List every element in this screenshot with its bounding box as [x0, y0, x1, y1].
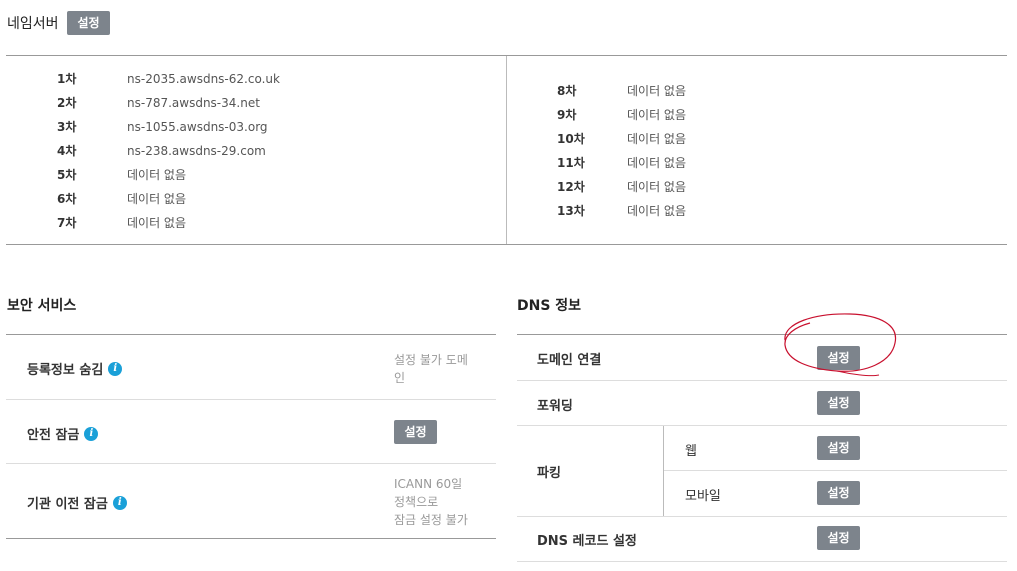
ns-order-label: 9차 [557, 108, 577, 122]
ns-order-label: 13차 [557, 204, 585, 218]
ns-order-label: 11차 [557, 156, 585, 170]
info-icon[interactable]: i [112, 495, 127, 510]
ns-value: ns-238.awsdns-29.com [127, 144, 266, 158]
ns-value: 데이터 없음 [627, 84, 687, 98]
whois-privacy-status-line: 설정 불가 도메 [394, 353, 468, 367]
security-section-title: 보안 서비스 [7, 298, 77, 314]
divider [517, 425, 1007, 426]
divider [517, 561, 1007, 562]
ns-order-label: 12차 [557, 180, 585, 194]
transfer-lock-status-line: ICANN 60일 [394, 477, 463, 491]
info-icon[interactable]: i [84, 426, 99, 441]
forwarding-set-button[interactable]: 설정 [817, 391, 860, 415]
domain-link-label: 도메인 연결 [537, 353, 602, 368]
ns-value: ns-1055.awsdns-03.org [127, 120, 268, 134]
ns-value: 데이터 없음 [127, 168, 187, 182]
ns-value: 데이터 없음 [127, 192, 187, 206]
parking-web-set-button[interactable]: 설정 [817, 436, 860, 460]
divider [664, 470, 1007, 471]
annotation-circle [784, 313, 897, 377]
ns-value: 데이터 없음 [627, 156, 687, 170]
ns-order-label: 3차 [57, 120, 77, 134]
divider [517, 380, 1007, 381]
whois-privacy-status-line: 인 [394, 371, 406, 385]
ns-value: 데이터 없음 [627, 180, 687, 194]
ns-value: 데이터 없음 [627, 132, 687, 146]
domain-link-set-button[interactable]: 설정 [817, 346, 860, 370]
dns-record-label: DNS 레코드 설정 [537, 534, 637, 549]
transfer-lock-status-line: 잠금 설정 불가 [394, 513, 468, 527]
nameserver-set-button[interactable]: 설정 [67, 11, 110, 35]
parking-label: 파킹 [537, 466, 561, 481]
divider [517, 516, 1007, 517]
ns-order-label: 1차 [57, 72, 77, 86]
nameserver-title: 네임서버 [7, 16, 59, 32]
parking-mobile-label: 모바일 [685, 489, 721, 504]
divider [6, 244, 1007, 245]
divider [517, 334, 1007, 335]
ns-order-label: 10차 [557, 132, 585, 146]
ns-order-label: 6차 [57, 192, 77, 206]
divider [6, 399, 496, 400]
ns-order-label: 5차 [57, 168, 77, 182]
dns-record-set-button[interactable]: 설정 [817, 526, 860, 550]
ns-value: 데이터 없음 [127, 216, 187, 230]
divider [6, 334, 496, 335]
transfer-lock-label: 기관 이전 잠금 [27, 497, 108, 512]
ns-value: 데이터 없음 [627, 204, 687, 218]
divider [663, 426, 664, 516]
whois-privacy-label: 등록정보 숨김 [27, 363, 104, 378]
info-icon[interactable]: i [108, 361, 123, 376]
ns-value: ns-2035.awsdns-62.co.uk [127, 72, 280, 86]
ns-order-label: 7차 [57, 216, 77, 230]
forwarding-label: 포워딩 [537, 399, 573, 414]
divider [6, 538, 496, 539]
parking-web-label: 웹 [685, 444, 697, 459]
parking-mobile-set-button[interactable]: 설정 [817, 481, 860, 505]
ns-order-label: 4차 [57, 144, 77, 158]
ns-order-label: 2차 [57, 96, 77, 110]
ns-order-label: 8차 [557, 84, 577, 98]
ns-value: 데이터 없음 [627, 108, 687, 122]
dns-section-title: DNS 정보 [517, 298, 582, 314]
divider [506, 56, 507, 244]
safe-lock-label: 안전 잠금 [27, 428, 80, 443]
ns-value: ns-787.awsdns-34.net [127, 96, 260, 110]
divider [6, 463, 496, 464]
transfer-lock-status-line: 정책으로 [394, 495, 439, 509]
safe-lock-set-button[interactable]: 설정 [394, 420, 437, 444]
